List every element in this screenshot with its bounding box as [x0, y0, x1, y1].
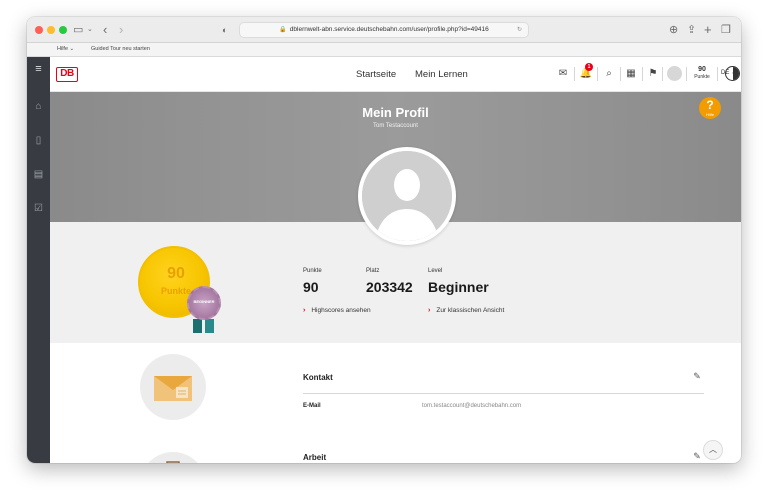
- back-icon[interactable]: ‹: [103, 22, 107, 37]
- help-button[interactable]: ? Hilfe: [699, 97, 721, 119]
- sidebar-toggle-icon[interactable]: ▭: [73, 22, 83, 38]
- menu-icon[interactable]: ≡: [33, 64, 44, 75]
- share-icon[interactable]: ⇪: [687, 22, 696, 38]
- nav-divider: [620, 67, 621, 81]
- user-name: Tom Testaccount: [373, 123, 418, 129]
- lock-icon: 🔒: [279, 27, 287, 33]
- shield-icon[interactable]: ◐: [222, 22, 227, 38]
- nav-divider: [574, 67, 575, 81]
- highscores-link[interactable]: › Highscores ansehen: [303, 307, 371, 314]
- close-window-button[interactable]: [35, 26, 43, 34]
- bookmark-guided-tour[interactable]: Guided Tour neu starten: [91, 46, 150, 52]
- mail-icon[interactable]: ✉: [556, 67, 570, 81]
- minimize-window-button[interactable]: [47, 26, 55, 34]
- level-stat-value: Beginner: [428, 279, 489, 295]
- email-label: E-Mail: [303, 403, 321, 409]
- scroll-to-top-button[interactable]: ︿: [703, 440, 723, 460]
- nav-mein-lernen[interactable]: Mein Lernen: [415, 69, 468, 80]
- contact-icon-circle: [140, 354, 206, 420]
- download-icon[interactable]: ⊕: [669, 22, 678, 38]
- user-avatar[interactable]: [667, 66, 682, 81]
- search-icon[interactable]: ⌕: [602, 67, 616, 81]
- chevron-down-icon[interactable]: ⌄: [87, 22, 93, 38]
- contrast-icon[interactable]: [725, 66, 740, 81]
- contact-section-title: Kontakt: [303, 373, 333, 382]
- nav-divider: [642, 67, 643, 81]
- work-section-title: Arbeit: [303, 453, 327, 462]
- page-title: Mein Profil: [362, 105, 429, 120]
- tab-overview-icon[interactable]: ❐: [721, 22, 731, 38]
- home-icon[interactable]: ⌂: [33, 101, 44, 112]
- rank-stat-label: Platz: [366, 268, 380, 274]
- medal-ribbon: [193, 319, 202, 333]
- rank-stat-value: 203342: [366, 279, 413, 295]
- bookmark-hilfe[interactable]: Hilfe ⌄: [57, 46, 74, 52]
- calendar-icon[interactable]: ▦: [624, 67, 638, 81]
- nav-divider: [662, 67, 663, 81]
- medal-ribbon: [205, 319, 214, 333]
- points-label: Punkte: [694, 74, 710, 80]
- chevron-right-icon: ›: [428, 307, 431, 314]
- edit-contact-icon[interactable]: ✎: [691, 370, 703, 382]
- document-icon[interactable]: ▤: [33, 169, 44, 180]
- left-rail: ≡ ⌂ ▯ ▤ ☑: [27, 57, 50, 463]
- classic-view-link[interactable]: › Zur klassischen Ansicht: [428, 307, 504, 314]
- beginner-medal: BEGINNER: [187, 286, 221, 320]
- nav-divider: [686, 67, 687, 81]
- zoom-window-button[interactable]: [59, 26, 67, 34]
- notification-badge: 1: [585, 63, 593, 71]
- section-divider: [303, 393, 704, 394]
- email-value: tom.testaccount@deutschebahn.com: [422, 403, 522, 409]
- chevron-right-icon: ›: [303, 307, 306, 314]
- nav-divider: [717, 67, 718, 81]
- reload-icon[interactable]: ↻: [517, 23, 522, 37]
- browser-window: ▭ ⌄ ‹ › ◐ 🔒 dblernwelt-abn.service.deutsc…: [27, 17, 741, 463]
- bookmarks-bar: Hilfe ⌄ Guided Tour neu starten: [27, 43, 741, 57]
- edit-work-icon[interactable]: ✎: [691, 450, 703, 462]
- profile-picture[interactable]: [358, 147, 456, 245]
- work-icon-circle: [140, 452, 206, 463]
- page-content: ≡ ⌂ ▯ ▤ ☑ DB Startseite Mein Lernen ✉ 🔔 …: [27, 57, 741, 463]
- checkbox-icon[interactable]: ☑: [33, 203, 44, 214]
- level-stat-label: Level: [428, 268, 443, 274]
- browser-titlebar: ▭ ⌄ ‹ › ◐ 🔒 dblernwelt-abn.service.deutsc…: [27, 17, 741, 43]
- points-stat-value: 90: [303, 279, 319, 295]
- briefcase-icon: [166, 461, 180, 463]
- top-navigation: DB Startseite Mein Lernen ✉ 🔔 1 ⌕ ▦ ⚑ 90…: [50, 57, 741, 92]
- envelope-icon: [154, 376, 192, 401]
- points-stat-label: Punkte: [303, 268, 322, 274]
- nav-startseite[interactable]: Startseite: [356, 69, 396, 80]
- url-text: dblernwelt-abn.service.deutschebahn.com/…: [289, 26, 489, 33]
- db-logo[interactable]: DB: [56, 67, 78, 82]
- book-icon[interactable]: ▯: [33, 135, 44, 146]
- new-tab-icon[interactable]: +: [704, 22, 712, 37]
- points-indicator[interactable]: 90 Punkte: [689, 66, 715, 80]
- bookmark-icon[interactable]: ⚑: [646, 67, 660, 81]
- points-value: 90: [698, 66, 706, 73]
- forward-icon[interactable]: ›: [119, 22, 123, 37]
- nav-divider: [597, 67, 598, 81]
- address-bar[interactable]: 🔒 dblernwelt-abn.service.deutschebahn.com…: [239, 22, 529, 38]
